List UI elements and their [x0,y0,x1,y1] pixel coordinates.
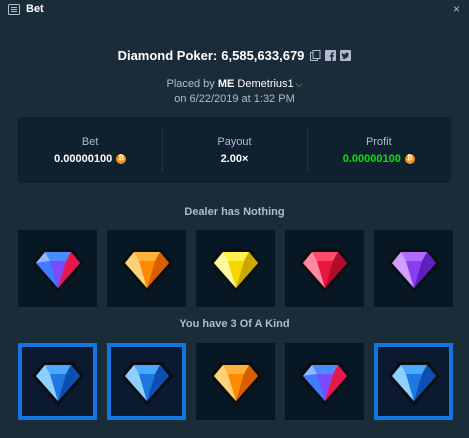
blue-gem-icon [387,361,440,406]
bet-amount: 0.00000100 [54,152,113,165]
dealer-card-1 [18,230,97,307]
placed-by-prefix: Placed by [166,78,215,90]
blue-red-gem-icon [298,361,351,406]
twitter-icon[interactable] [340,50,352,61]
player-card-3 [196,343,275,420]
bet-list-icon [8,4,20,15]
stat-bet: Bet 0.00000100 ₿ [18,117,162,183]
bitcoin-icon: ₿ [404,153,415,164]
me-badge: ME [217,78,235,90]
blue-red-gem-icon [31,248,84,293]
yellow-gem-icon [209,248,262,293]
chevron-down-icon[interactable]: ⌵ [296,79,303,90]
blue-gem-icon [31,361,84,406]
dealer-card-2 [107,230,186,307]
orange-gem-icon [209,361,262,406]
stat-payout: Payout 2.00× [162,117,306,183]
profit-amount: 0.00000100 [342,152,401,165]
stats-panel: Bet 0.00000100 ₿ Payout 2.00× Profit 0.0… [18,117,451,183]
red-gem-icon [298,248,351,293]
facebook-icon[interactable] [325,50,337,61]
game-name: Diamond Poker: [117,48,218,63]
player-hand-label: You have 3 Of A Kind [179,318,290,330]
stat-profit: Profit 0.00000100 ₿ [306,117,451,183]
dealer-card-5 [374,230,453,307]
purple-gem-icon [387,248,440,293]
player-card-5 [374,343,453,420]
game-title: Diamond Poker: 6,585,633,679 [0,48,469,63]
bet-value: 0.00000100 ₿ [54,152,127,165]
player-card-2 [107,343,186,420]
player-card-1 [18,343,97,420]
dealer-hand-label: Dealer has Nothing [184,206,285,218]
bet-label: Bet [81,135,99,148]
dealer-card-3 [196,230,275,307]
profit-value: 0.00000100 ₿ [343,153,415,165]
player-card-4 [285,343,364,420]
placed-by: Placed by ME Demetrius1 ⌵ [0,78,469,90]
copy-icon[interactable] [310,50,321,61]
profit-label: Profit [365,135,392,148]
username-link[interactable]: Demetrius1 [237,78,293,90]
close-button[interactable]: × [453,2,460,16]
dealer-card-4 [285,230,364,307]
blue-gem-icon [120,361,173,406]
payout-label: Payout [217,135,252,148]
payout-value: 2.00× [220,152,249,165]
orange-gem-icon [120,248,173,293]
bet-id: 6,585,633,679 [221,48,305,63]
bet-date: on 6/22/2019 at 1:32 PM [174,93,295,105]
bitcoin-icon: ₿ [116,153,127,164]
title-bar: Bet × [0,0,469,20]
window-title: Bet [26,3,44,15]
